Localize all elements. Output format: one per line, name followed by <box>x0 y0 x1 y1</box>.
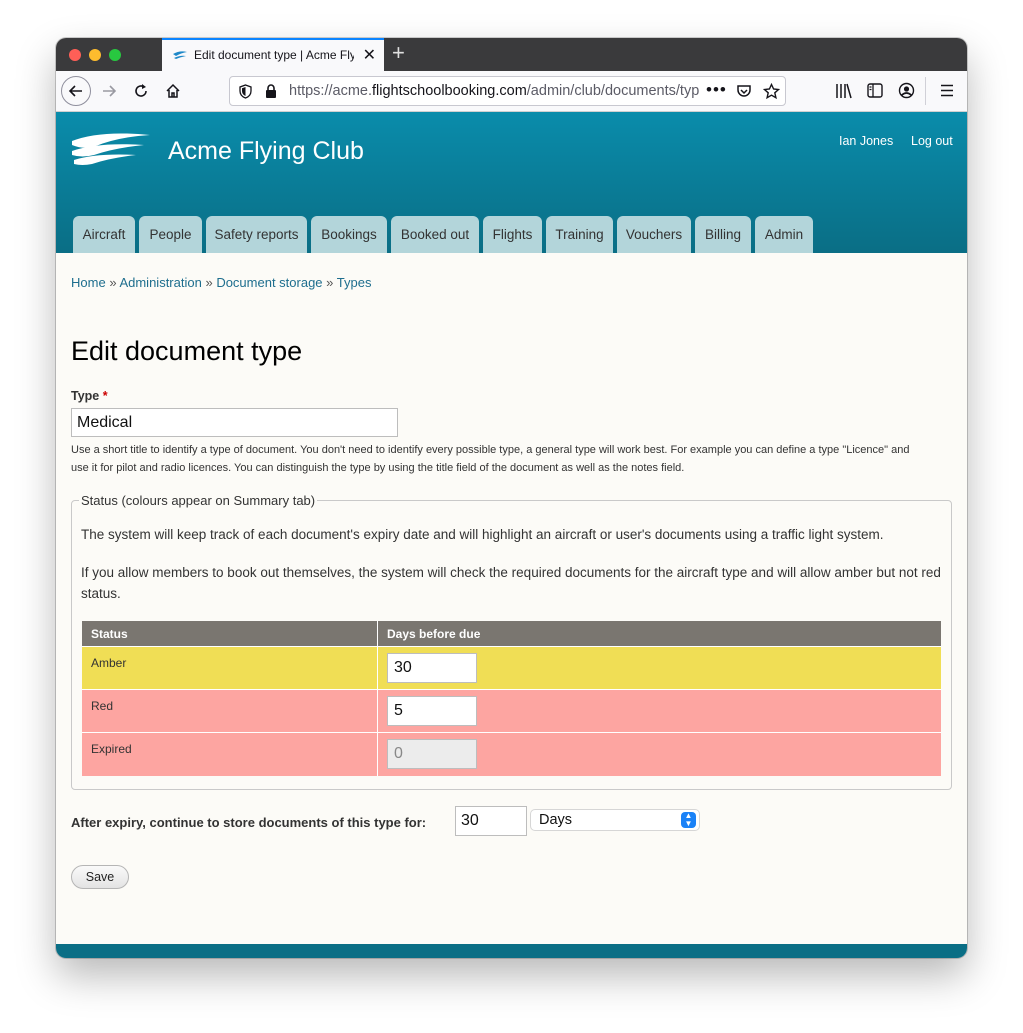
browser-tab-active[interactable]: Edit document type | Acme Flying Club ✕ <box>162 38 384 71</box>
tab-strip: Edit document type | Acme Flying Club ✕ … <box>56 38 967 71</box>
home-icon <box>166 83 180 98</box>
account-icon[interactable] <box>898 82 915 99</box>
status-name-red: Red <box>82 689 378 733</box>
tab-title: Edit document type | Acme Flying Club <box>194 48 354 62</box>
minimize-window-button[interactable] <box>89 49 101 61</box>
url-prefix: https://acme. <box>289 83 373 99</box>
days-cell <box>377 732 941 776</box>
breadcrumb-separator: » <box>109 275 117 290</box>
site-header: Acme Flying Club Ian Jones Log out Aircr… <box>56 112 967 253</box>
days-cell <box>377 646 941 690</box>
status-name-expired: Expired <box>82 732 378 776</box>
table-row: Red <box>82 689 941 733</box>
red-days-input[interactable] <box>387 696 477 726</box>
status-description-1: The system will keep track of each docum… <box>81 527 884 542</box>
days-cell <box>377 689 941 733</box>
close-tab-icon[interactable]: ✕ <box>363 45 376 65</box>
lock-icon[interactable] <box>265 84 277 99</box>
required-marker: * <box>102 389 108 403</box>
after-expiry-unit-select[interactable]: Days ▲ ▼ <box>530 809 700 831</box>
type-input[interactable] <box>71 408 398 437</box>
back-button[interactable] <box>61 76 91 106</box>
navigation-toolbar: https://acme.flightschoolbooking.com/adm… <box>56 71 967 112</box>
after-expiry-input[interactable] <box>455 806 527 836</box>
logout-link[interactable]: Log out <box>911 134 953 148</box>
forward-arrow-icon <box>103 85 117 97</box>
breadcrumb-separator: » <box>326 275 334 290</box>
breadcrumb-home[interactable]: Home <box>71 275 106 290</box>
nav-tab-flights[interactable]: Flights <box>483 216 542 253</box>
page-title: Edit document type <box>71 336 303 366</box>
type-label: Type * <box>71 389 108 403</box>
reload-icon <box>135 84 147 97</box>
nav-tab-safety-reports[interactable]: Safety reports <box>206 216 307 253</box>
nav-tab-aircraft[interactable]: Aircraft <box>73 216 135 253</box>
library-icon[interactable] <box>835 83 853 99</box>
type-description: Use a short title to identify a type of … <box>71 444 910 474</box>
back-arrow-icon <box>68 85 82 97</box>
page-actions-icon[interactable]: ••• <box>706 80 727 100</box>
home-button[interactable] <box>158 76 188 106</box>
reload-button[interactable] <box>126 76 156 106</box>
table-row: Amber <box>82 646 941 690</box>
close-window-button[interactable] <box>69 49 81 61</box>
bookmark-star-icon[interactable] <box>763 83 780 100</box>
breadcrumb-separator: » <box>205 275 213 290</box>
status-fieldset: Status (colours appear on Summary tab) T… <box>71 493 952 790</box>
nav-tab-admin[interactable]: Admin <box>755 216 813 253</box>
club-logo-icon[interactable] <box>70 132 152 166</box>
after-expiry-label: After expiry, continue to store document… <box>71 815 427 830</box>
user-profile-link[interactable]: Ian Jones <box>839 134 893 148</box>
table-row: Expired <box>82 732 941 776</box>
status-legend: Status (colours appear on Summary tab) <box>81 493 316 508</box>
new-tab-icon[interactable]: + <box>392 40 405 66</box>
breadcrumb-document-storage[interactable]: Document storage <box>216 275 322 290</box>
column-header-status: Status <box>82 621 378 647</box>
url-text[interactable]: https://acme.flightschoolbooking.com/adm… <box>289 83 699 99</box>
tracking-shield-icon[interactable] <box>239 84 252 99</box>
site-favicon-icon <box>173 51 187 59</box>
table-header-row: Status Days before due <box>82 621 941 647</box>
maximize-window-button[interactable] <box>109 49 121 61</box>
site-title[interactable]: Acme Flying Club <box>168 137 364 166</box>
amber-days-input[interactable] <box>387 653 477 683</box>
footer-bar <box>56 944 967 958</box>
nav-tab-booked-out[interactable]: Booked out <box>391 216 479 253</box>
status-name-amber: Amber <box>82 646 378 690</box>
url-domain: flightschoolbooking.com <box>372 83 527 99</box>
column-header-days: Days before due <box>377 621 941 647</box>
browser-window: Edit document type | Acme Flying Club ✕ … <box>56 38 967 958</box>
nav-tab-billing[interactable]: Billing <box>695 216 751 253</box>
pocket-icon[interactable] <box>736 83 752 99</box>
nav-tab-bookings[interactable]: Bookings <box>311 216 387 253</box>
type-label-text: Type <box>71 389 100 403</box>
forward-button[interactable] <box>94 76 124 106</box>
breadcrumb-types[interactable]: Types <box>337 275 372 290</box>
select-chevron-icon: ▲ ▼ <box>681 812 696 828</box>
nav-tab-vouchers[interactable]: Vouchers <box>617 216 691 253</box>
url-path: /admin/club/documents/types <box>526 83 699 99</box>
nav-tab-training[interactable]: Training <box>546 216 613 253</box>
status-description-2: If you allow members to book out themsel… <box>81 565 941 601</box>
breadcrumb: Home » Administration » Document storage… <box>71 275 371 290</box>
breadcrumb-administration[interactable]: Administration <box>119 275 201 290</box>
url-bar[interactable]: https://acme.flightschoolbooking.com/adm… <box>229 76 786 106</box>
status-table: Status Days before due Amber Red Expired <box>82 621 941 776</box>
save-button[interactable]: Save <box>71 865 129 889</box>
menu-hamburger-icon[interactable] <box>940 84 954 97</box>
expired-days-input <box>387 739 477 769</box>
selected-unit: Days <box>539 812 573 828</box>
toolbar-divider <box>925 77 926 105</box>
nav-tab-people[interactable]: People <box>139 216 202 253</box>
sidebar-icon[interactable] <box>867 83 883 98</box>
